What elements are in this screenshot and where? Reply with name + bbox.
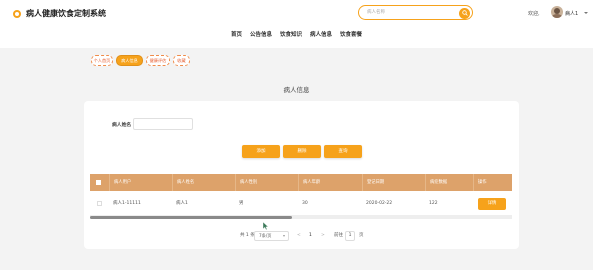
welcome-text: 欢迎, bbox=[528, 11, 540, 17]
logo-icon bbox=[13, 10, 21, 18]
tab-health-assessment[interactable]: 健康评估 bbox=[146, 55, 170, 66]
cell-date: 2020-02-22 bbox=[366, 201, 393, 206]
column-header: 病人姓名 bbox=[172, 174, 194, 191]
scrollbar-thumb[interactable] bbox=[90, 216, 292, 219]
delete-button[interactable]: 删除 bbox=[283, 145, 321, 158]
cell-age: 30 bbox=[302, 201, 308, 206]
page-size-select[interactable]: 7条/页 bbox=[254, 231, 289, 241]
patient-name-input[interactable] bbox=[133, 118, 193, 130]
tab-favorites[interactable]: 收藏 bbox=[173, 55, 190, 66]
search-input[interactable]: 病人名称 bbox=[367, 9, 385, 15]
select-all-checkbox[interactable] bbox=[96, 180, 101, 185]
add-button[interactable]: 添加 bbox=[242, 145, 280, 158]
current-page[interactable]: 1 bbox=[309, 231, 312, 241]
goto-label: 前往 bbox=[334, 233, 343, 238]
search-box[interactable]: 病人名称 bbox=[358, 5, 473, 20]
pagination-total: 共 1 条 bbox=[240, 233, 255, 238]
tab-patient-info[interactable]: 病人信息 bbox=[116, 55, 143, 66]
search-icon bbox=[461, 10, 468, 16]
column-header: 病人性别 bbox=[235, 174, 257, 191]
query-button[interactable]: 查询 bbox=[324, 145, 362, 158]
tab-personal-home[interactable]: 个人首页 bbox=[91, 55, 113, 66]
row-checkbox[interactable] bbox=[97, 201, 102, 206]
avatar[interactable] bbox=[551, 6, 563, 18]
patient-name-label: 病人姓名 bbox=[112, 123, 132, 128]
page-unit-label: 页 bbox=[359, 233, 364, 238]
column-header: 登记日期 bbox=[362, 174, 384, 191]
column-header: 操作 bbox=[473, 174, 487, 191]
column-header: 病人用户 bbox=[109, 174, 131, 191]
chevron-down-icon[interactable] bbox=[584, 12, 588, 14]
prev-page-button[interactable]: < bbox=[297, 231, 301, 241]
cell-name: 病人1 bbox=[176, 201, 188, 206]
cell-gender: 男 bbox=[239, 201, 244, 206]
page-title: 病人信息 bbox=[283, 86, 310, 94]
site-title: 病人健康饮食定制系统 bbox=[26, 9, 106, 18]
cursor-icon bbox=[263, 222, 269, 230]
main-nav: 首页 公告信息 饮食知识 病人信息 饮食套餐 bbox=[0, 30, 593, 38]
table-row: 病人1-11111 病人1 男 30 2020-02-22 122 详情 bbox=[90, 191, 512, 216]
nav-item-home[interactable]: 首页 bbox=[231, 30, 242, 38]
next-page-button[interactable]: > bbox=[321, 231, 325, 241]
goto-page-input[interactable]: 1 bbox=[345, 231, 355, 241]
column-header: 病症数据 bbox=[425, 174, 447, 191]
table-header: 病人用户 病人姓名 病人性别 病人年龄 登记日期 病症数据 操作 bbox=[90, 174, 512, 191]
cell-data: 122 bbox=[429, 201, 438, 206]
nav-item-diet-packages[interactable]: 饮食套餐 bbox=[340, 30, 362, 38]
detail-button[interactable]: 详情 bbox=[478, 198, 506, 210]
nav-item-diet-knowledge[interactable]: 饮食知识 bbox=[280, 30, 302, 38]
cell-user: 病人1-11111 bbox=[113, 201, 141, 206]
search-button[interactable] bbox=[459, 7, 470, 19]
username[interactable]: 病人1 bbox=[565, 10, 578, 17]
column-header: 病人年龄 bbox=[298, 174, 320, 191]
horizontal-scrollbar[interactable] bbox=[90, 216, 512, 219]
nav-item-announcements[interactable]: 公告信息 bbox=[250, 30, 272, 38]
nav-item-patient-info[interactable]: 病人信息 bbox=[310, 30, 332, 38]
